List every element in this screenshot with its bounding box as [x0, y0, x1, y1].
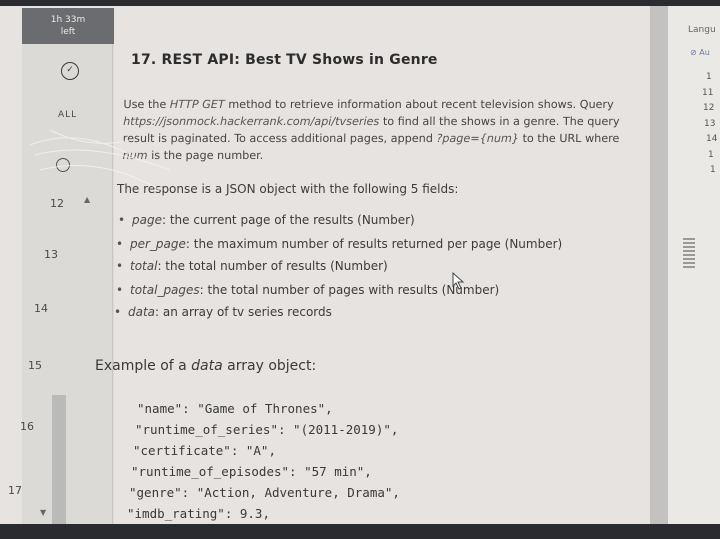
code-line: "runtime_of_episodes": "57 min", [131, 464, 372, 479]
example-heading: Example of a data array object: [95, 358, 316, 374]
field-desc: : the total number of results (Number) [157, 259, 388, 273]
language-selector[interactable]: Langu [688, 25, 716, 35]
code-line: "name": "Game of Thrones", [137, 401, 333, 416]
question-circle-icon[interactable] [56, 158, 70, 172]
code-line: "imdb_rating": 9.3, [127, 506, 270, 521]
field-item: • total_pages: the total number of pages … [116, 283, 499, 297]
field-desc: : the total number of pages with results… [199, 283, 500, 297]
field-name: total_pages [130, 283, 200, 297]
desc-url-link[interactable]: https://jsonmock.hackerrank.com/api/tvse… [123, 115, 379, 128]
code-line: "genre": "Action, Adventure, Drama", [129, 485, 400, 500]
line-number: 12 [50, 197, 64, 210]
editor-line-number: 11 [702, 88, 714, 98]
editor-line-number: 1 [710, 165, 716, 175]
field-item: • per_page: the maximum number of results… [116, 237, 562, 251]
example-keyword: data [191, 358, 223, 374]
example-text: Example of a [95, 358, 192, 374]
time-remaining-label: left [60, 27, 76, 37]
field-desc: : an array of tv series records [155, 305, 332, 319]
screen: 1h 33m left ✓ ALL 12 ▲ 13 14 15 16 17 ▼ … [0, 0, 720, 524]
desc-text: to the URL where [518, 132, 620, 145]
time-remaining: 1h 33m left [22, 8, 114, 44]
code-line: "runtime_of_series": "(2011-2019)", [135, 422, 399, 437]
bullet-icon: • [116, 237, 124, 251]
line-number: 14 [34, 302, 48, 315]
example-text: array object: [222, 358, 317, 374]
line-number: 15 [28, 359, 42, 372]
device-bottom-bezel [0, 524, 720, 539]
editor-line-number: 12 [703, 103, 715, 113]
line-number: 13 [44, 248, 58, 261]
bullet-icon: • [114, 305, 122, 319]
desc-text: Use the [123, 98, 170, 111]
bullet-icon: • [118, 213, 126, 227]
desc-text: method to retrieve information about rec… [224, 98, 614, 111]
all-questions-tab[interactable]: ALL [58, 110, 77, 120]
device-top-bezel [0, 0, 720, 6]
field-item: • total: the total number of results (Num… [116, 259, 388, 273]
response-intro: The response is a JSON object with the f… [117, 182, 459, 196]
field-desc: : the current page of the results (Numbe… [161, 213, 415, 227]
field-desc: : the maximum number of results returned… [185, 237, 563, 251]
field-name: data [128, 305, 156, 319]
panel-splitter[interactable] [650, 6, 668, 524]
editor-line-number: 1 [708, 150, 714, 160]
code-gutter-highlight [52, 395, 66, 524]
field-name: page [132, 213, 162, 227]
drag-handle-icon[interactable] [683, 238, 695, 268]
question-title: 17. REST API: Best TV Shows in Genre [131, 52, 438, 68]
editor-line-number: 1 [706, 72, 712, 82]
fold-down-icon[interactable]: ▼ [40, 508, 46, 517]
autocomplete-toggle[interactable]: ⊘ Au [690, 48, 710, 57]
rail-divider [112, 44, 113, 524]
question-description: Use the HTTP GET method to retrieve info… [122, 96, 643, 164]
code-line: "certificate": "A", [133, 443, 276, 458]
editor-line-number: 13 [704, 119, 716, 129]
question-status-icon[interactable]: ✓ [61, 62, 79, 80]
bullet-icon: • [116, 259, 124, 273]
time-remaining-value: 1h 33m [50, 15, 86, 25]
bullet-icon: • [116, 283, 124, 297]
field-name: per_page [130, 237, 186, 251]
line-number: 16 [20, 420, 34, 433]
field-item: • data: an array of tv series records [114, 305, 332, 319]
editor-line-number: 14 [706, 134, 718, 144]
desc-method: HTTP GET [169, 98, 225, 111]
desc-text: is the page number. [147, 149, 264, 162]
line-number: 17 [8, 484, 22, 497]
desc-num: num [122, 149, 148, 162]
field-name: total [130, 259, 158, 273]
field-item: • page: the current page of the results (… [118, 213, 415, 227]
desc-param: ?page={num} [436, 132, 520, 145]
fold-up-icon[interactable]: ▲ [84, 195, 90, 204]
